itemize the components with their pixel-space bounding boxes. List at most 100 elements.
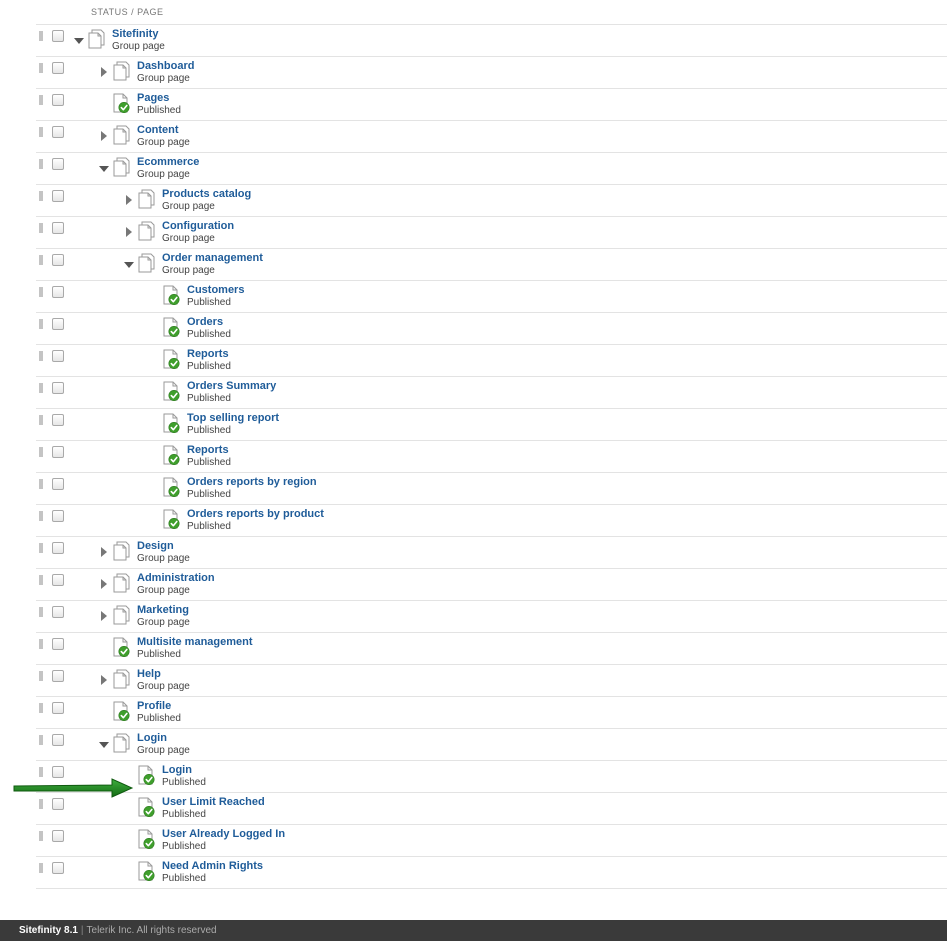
collapse-arrow-icon[interactable] — [99, 742, 109, 748]
page-title-link[interactable]: Reports — [187, 348, 229, 360]
page-row[interactable]: Content Group page — [36, 121, 947, 153]
page-title-link[interactable]: Login — [162, 764, 192, 776]
page-row[interactable]: Reports Published — [36, 441, 947, 473]
page-row[interactable]: Order management Group page — [36, 249, 947, 281]
page-title-link[interactable]: Design — [137, 540, 174, 552]
row-checkbox[interactable] — [52, 638, 64, 650]
page-title-link[interactable]: Profile — [137, 700, 171, 712]
page-row[interactable]: Dashboard Group page — [36, 57, 947, 89]
drag-handle-icon[interactable] — [39, 31, 43, 41]
page-row[interactable]: Reports Published — [36, 345, 947, 377]
drag-handle-icon[interactable] — [39, 831, 43, 841]
row-checkbox[interactable] — [52, 862, 64, 874]
drag-handle-icon[interactable] — [39, 319, 43, 329]
row-checkbox[interactable] — [52, 350, 64, 362]
drag-handle-icon[interactable] — [39, 799, 43, 809]
page-title-link[interactable]: Ecommerce — [137, 156, 199, 168]
page-title-link[interactable]: Top selling report — [187, 412, 279, 424]
drag-handle-icon[interactable] — [39, 63, 43, 73]
row-checkbox[interactable] — [52, 510, 64, 522]
page-title-link[interactable]: Order management — [162, 252, 263, 264]
drag-handle-icon[interactable] — [39, 127, 43, 137]
row-checkbox[interactable] — [52, 158, 64, 170]
expand-arrow-icon[interactable] — [101, 67, 107, 77]
page-row[interactable]: Orders Published — [36, 313, 947, 345]
page-row[interactable]: Pages Published — [36, 89, 947, 121]
page-title-link[interactable]: Orders reports by product — [187, 508, 324, 520]
drag-handle-icon[interactable] — [39, 383, 43, 393]
page-row[interactable]: Top selling report Published — [36, 409, 947, 441]
row-checkbox[interactable] — [52, 798, 64, 810]
page-title-link[interactable]: Products catalog — [162, 188, 251, 200]
page-title-link[interactable]: Sitefinity — [112, 28, 158, 40]
row-checkbox[interactable] — [52, 670, 64, 682]
expand-arrow-icon[interactable] — [101, 579, 107, 589]
drag-handle-icon[interactable] — [39, 223, 43, 233]
page-row[interactable]: User Already Logged In Published — [36, 825, 947, 857]
drag-handle-icon[interactable] — [39, 639, 43, 649]
row-checkbox[interactable] — [52, 126, 64, 138]
row-checkbox[interactable] — [52, 478, 64, 490]
page-title-link[interactable]: Help — [137, 668, 161, 680]
page-title-link[interactable]: User Already Logged In — [162, 828, 285, 840]
page-title-link[interactable]: Pages — [137, 92, 169, 104]
expand-arrow-icon[interactable] — [101, 611, 107, 621]
page-row[interactable]: Sitefinity Group page — [36, 25, 947, 57]
drag-handle-icon[interactable] — [39, 575, 43, 585]
page-row[interactable]: Products catalog Group page — [36, 185, 947, 217]
row-checkbox[interactable] — [52, 222, 64, 234]
drag-handle-icon[interactable] — [39, 735, 43, 745]
collapse-arrow-icon[interactable] — [99, 166, 109, 172]
page-title-link[interactable]: Dashboard — [137, 60, 194, 72]
page-title-link[interactable]: Reports — [187, 444, 229, 456]
row-checkbox[interactable] — [52, 286, 64, 298]
page-title-link[interactable]: Login — [137, 732, 167, 744]
expand-arrow-icon[interactable] — [126, 227, 132, 237]
row-checkbox[interactable] — [52, 734, 64, 746]
page-title-link[interactable]: Orders — [187, 316, 223, 328]
drag-handle-icon[interactable] — [39, 479, 43, 489]
page-title-link[interactable]: Content — [137, 124, 179, 136]
expand-arrow-icon[interactable] — [101, 675, 107, 685]
expand-arrow-icon[interactable] — [101, 131, 107, 141]
page-row[interactable]: Profile Published — [36, 697, 947, 729]
page-row[interactable]: Login Published — [36, 761, 947, 793]
drag-handle-icon[interactable] — [39, 703, 43, 713]
page-row[interactable]: Marketing Group page — [36, 601, 947, 633]
page-row[interactable]: Design Group page — [36, 537, 947, 569]
drag-handle-icon[interactable] — [39, 767, 43, 777]
page-row[interactable]: Multisite management Published — [36, 633, 947, 665]
page-row[interactable]: Customers Published — [36, 281, 947, 313]
page-row[interactable]: Need Admin Rights Published — [36, 857, 947, 889]
page-row[interactable]: User Limit Reached Published — [36, 793, 947, 825]
page-row[interactable]: Help Group page — [36, 665, 947, 697]
drag-handle-icon[interactable] — [39, 607, 43, 617]
row-checkbox[interactable] — [52, 606, 64, 618]
drag-handle-icon[interactable] — [39, 863, 43, 873]
row-checkbox[interactable] — [52, 30, 64, 42]
drag-handle-icon[interactable] — [39, 191, 43, 201]
row-checkbox[interactable] — [52, 702, 64, 714]
page-title-link[interactable]: User Limit Reached — [162, 796, 265, 808]
row-checkbox[interactable] — [52, 830, 64, 842]
page-title-link[interactable]: Customers — [187, 284, 244, 296]
row-checkbox[interactable] — [52, 94, 64, 106]
row-checkbox[interactable] — [52, 382, 64, 394]
page-title-link[interactable]: Administration — [137, 572, 215, 584]
drag-handle-icon[interactable] — [39, 351, 43, 361]
row-checkbox[interactable] — [52, 254, 64, 266]
row-checkbox[interactable] — [52, 574, 64, 586]
drag-handle-icon[interactable] — [39, 671, 43, 681]
drag-handle-icon[interactable] — [39, 543, 43, 553]
drag-handle-icon[interactable] — [39, 511, 43, 521]
page-title-link[interactable]: Orders Summary — [187, 380, 276, 392]
page-row[interactable]: Administration Group page — [36, 569, 947, 601]
row-checkbox[interactable] — [52, 414, 64, 426]
page-title-link[interactable]: Need Admin Rights — [162, 860, 263, 872]
expand-arrow-icon[interactable] — [101, 547, 107, 557]
page-row[interactable]: Orders Summary Published — [36, 377, 947, 409]
drag-handle-icon[interactable] — [39, 255, 43, 265]
page-row[interactable]: Configuration Group page — [36, 217, 947, 249]
drag-handle-icon[interactable] — [39, 447, 43, 457]
page-title-link[interactable]: Configuration — [162, 220, 234, 232]
